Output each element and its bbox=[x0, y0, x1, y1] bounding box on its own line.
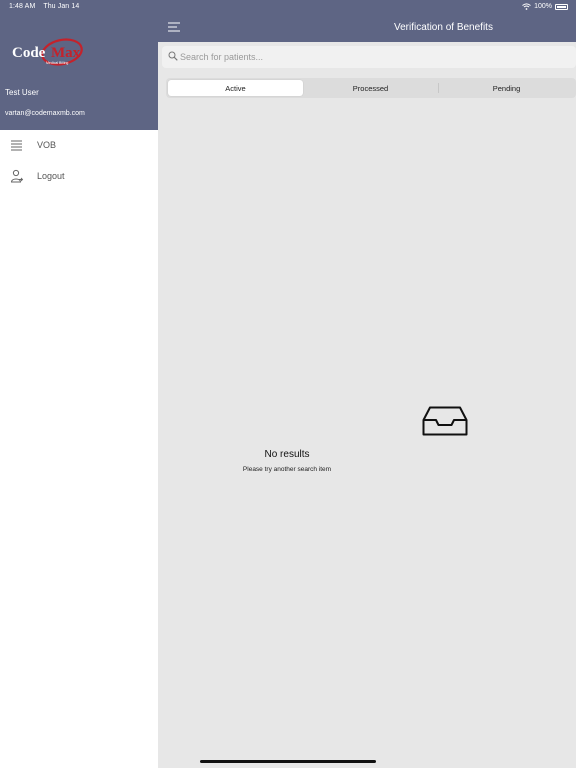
user-name: Test User bbox=[5, 88, 39, 97]
sidebar: 1:48 AM Thu Jan 14 Code Max Medical Bill… bbox=[0, 0, 158, 768]
svg-text:Code: Code bbox=[12, 45, 46, 61]
user-icon bbox=[10, 169, 24, 183]
status-time: 1:48 AM bbox=[9, 3, 36, 10]
inbox-tray-icon bbox=[422, 406, 468, 436]
svg-text:Max: Max bbox=[51, 45, 81, 61]
tab-active[interactable]: Active bbox=[168, 80, 303, 96]
svg-text:Medical Billing: Medical Billing bbox=[46, 61, 68, 65]
battery-percent: 100% bbox=[534, 3, 552, 10]
empty-state-title: No results bbox=[264, 449, 310, 460]
codemax-logo: Code Max Medical Billing bbox=[10, 36, 90, 72]
wifi-icon bbox=[522, 3, 531, 10]
user-email: vartan@codemaxmb.com bbox=[5, 110, 85, 117]
empty-state-subtitle: Please try another search item bbox=[242, 466, 332, 473]
battery-icon bbox=[555, 3, 568, 10]
top-navigation-bar: 100% Verification of Benefits bbox=[158, 0, 576, 42]
tab-pending[interactable]: Pending bbox=[439, 80, 574, 96]
sidebar-item-logout[interactable]: Logout bbox=[0, 164, 158, 188]
list-icon bbox=[10, 138, 24, 152]
status-bar-left: 1:48 AM Thu Jan 14 bbox=[9, 3, 85, 10]
search-input[interactable] bbox=[180, 47, 570, 67]
search-icon bbox=[168, 51, 178, 61]
status-segmented-control: Active Processed Pending bbox=[166, 78, 576, 98]
page-title-text: Verification of Benefits bbox=[394, 22, 493, 33]
sidebar-item-label: Logout bbox=[37, 171, 65, 181]
sidebar-item-label: VOB bbox=[37, 140, 57, 150]
status-date: Thu Jan 14 bbox=[43, 3, 80, 10]
tab-processed[interactable]: Processed bbox=[303, 80, 438, 96]
status-bar-right: 100% bbox=[522, 3, 568, 10]
sidebar-item-vob[interactable]: VOB bbox=[0, 133, 158, 157]
sidebar-header: 1:48 AM Thu Jan 14 Code Max Medical Bill… bbox=[0, 0, 158, 130]
home-indicator[interactable] bbox=[200, 760, 376, 763]
hamburger-menu-icon[interactable] bbox=[168, 22, 180, 32]
main-content: 100% Verification of Benefits Active Pro… bbox=[158, 0, 576, 768]
search-bar bbox=[162, 46, 576, 68]
